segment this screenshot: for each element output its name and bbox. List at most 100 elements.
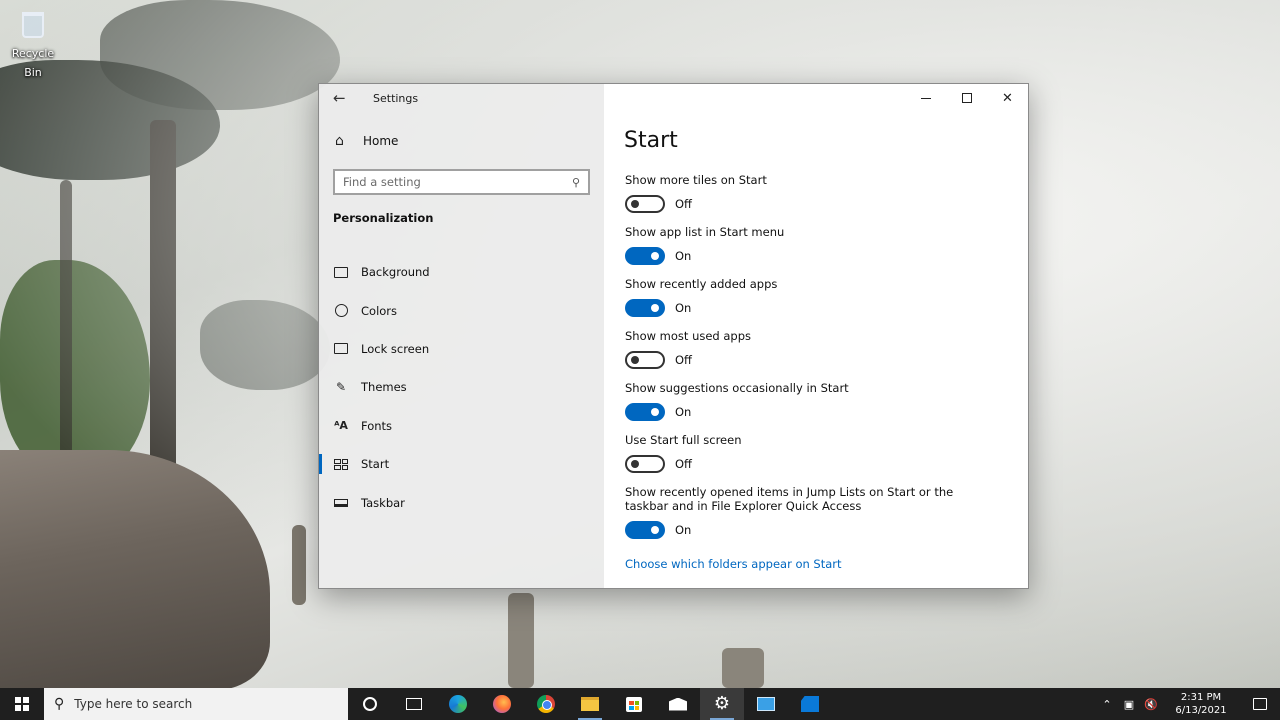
option-app-list: Show app list in Start menu On [625, 225, 995, 277]
home-icon: ⌂ [335, 133, 344, 149]
railing-post [722, 648, 764, 688]
toggle-state: On [675, 523, 692, 537]
sidebar-item-background[interactable]: Background [319, 253, 604, 291]
picture-icon [333, 265, 349, 279]
option-more-tiles: Show more tiles on Start Off [625, 173, 995, 225]
taskbar-remote-desktop[interactable] [744, 688, 788, 720]
toggle-state: On [675, 301, 692, 315]
remote-desktop-icon [757, 697, 775, 711]
show-hidden-icons-chevron-up-icon[interactable]: ⌃ [1096, 688, 1118, 720]
sidebar-item-start[interactable]: Start [319, 445, 604, 483]
brush-icon: ✎ [335, 380, 347, 395]
taskbar-firefox[interactable] [480, 688, 524, 720]
sidebar-item-label: Lock screen [361, 341, 430, 356]
find-setting-search[interactable]: ⚲ [333, 169, 590, 195]
clock-time: 2:31 PM [1180, 692, 1222, 703]
start-tiles-icon [333, 457, 349, 471]
sidebar-item-label: Start [361, 457, 390, 472]
maximize-button[interactable] [946, 84, 987, 112]
option-label: Show recently added apps [625, 277, 778, 291]
toggle-state: On [675, 249, 692, 263]
sidebar-item-label: Fonts [361, 418, 393, 433]
toggle-switch[interactable] [625, 403, 665, 421]
taskbar-visual-studio[interactable] [788, 688, 832, 720]
sidebar-item-fonts[interactable]: ᴬA Fonts [319, 407, 604, 445]
gear-icon: ⚙ [713, 693, 731, 714]
taskbar-store[interactable] [612, 688, 656, 720]
window-title: Settings [373, 91, 419, 105]
option-recently-added: Show recently added apps On [625, 277, 995, 329]
taskbar-task-view[interactable] [392, 688, 436, 720]
toggle-switch[interactable] [625, 299, 665, 317]
taskbar-apps: ⚙ [348, 688, 832, 720]
toggle-state: On [675, 405, 692, 419]
taskbar-search-input[interactable] [74, 697, 325, 711]
settings-window: ← Settings ⌂ Home ⚲ Personalization Back… [318, 83, 1029, 589]
start-options: Show more tiles on Start Off Show app li… [625, 173, 995, 572]
sidebar-item-label: Background [361, 265, 430, 280]
home-label: Home [363, 134, 399, 148]
taskbar-search[interactable]: ⚲ [44, 688, 348, 720]
sidebar-item-colors[interactable]: Colors [319, 291, 604, 329]
taskbar-mail[interactable] [656, 688, 700, 720]
taskbar-cortana[interactable] [348, 688, 392, 720]
search-icon[interactable]: ⚲ [572, 176, 580, 189]
notification-icon [1253, 698, 1267, 710]
task-view-icon [406, 698, 422, 710]
sidebar-item-taskbar[interactable]: Taskbar [319, 483, 604, 521]
palette-icon [333, 304, 349, 318]
option-label: Show app list in Start menu [625, 225, 785, 239]
visual-studio-icon [801, 696, 819, 712]
toggle-switch[interactable] [625, 455, 665, 473]
sidebar-item-label: Taskbar [361, 495, 405, 510]
windows-logo-icon [15, 697, 29, 711]
toggle-switch[interactable] [625, 351, 665, 369]
sidebar: ← Settings ⌂ Home ⚲ Personalization Back… [319, 84, 604, 588]
sidebar-home[interactable]: ⌂ Home [319, 126, 604, 156]
taskbar: ⚲ ⚙ ⌃ ▣ 🔇 2:31 PM 6/13/2021 [0, 688, 1280, 720]
option-most-used: Show most used apps Off [625, 329, 995, 381]
choose-folders-link[interactable]: Choose which folders appear on Start [625, 557, 842, 571]
close-button[interactable]: ✕ [987, 84, 1028, 112]
desktop-icon-recycle-bin[interactable]: Recycle Bin [4, 12, 62, 80]
minimize-icon [920, 97, 931, 99]
taskbar-icon [333, 496, 349, 510]
toggle-switch[interactable] [625, 521, 665, 539]
toggle-switch[interactable] [625, 247, 665, 265]
main-content: ✕ Start Show more tiles on Start Off Sho… [604, 84, 1028, 588]
taskbar-chrome[interactable] [524, 688, 568, 720]
window-controls: ✕ [905, 84, 1028, 112]
back-arrow-icon[interactable]: ← [333, 90, 349, 106]
toggle-state: Off [675, 457, 692, 471]
sidebar-nav: Background Colors Lock screen ✎ Themes ᴬ… [319, 253, 604, 522]
notifications-button[interactable] [1240, 688, 1280, 720]
taskbar-edge[interactable] [436, 688, 480, 720]
network-icon[interactable]: ▣ [1118, 688, 1140, 720]
mail-icon [669, 697, 687, 711]
volume-muted-icon[interactable]: 🔇 [1140, 688, 1162, 720]
title-bar: ← Settings [319, 84, 604, 112]
toggle-switch[interactable] [625, 195, 665, 213]
option-label: Show recently opened items in Jump Lists… [625, 485, 954, 513]
option-jump-lists: Show recently opened items in Jump Lists… [625, 485, 995, 553]
recycle-bin-icon [22, 12, 44, 38]
desktop-icon-label: Recycle Bin [11, 47, 55, 79]
folder-icon [581, 697, 599, 711]
edge-icon [449, 695, 467, 713]
minimize-button[interactable] [905, 84, 946, 112]
start-button[interactable] [0, 688, 44, 720]
toggle-state: Off [675, 197, 692, 211]
search-input[interactable] [343, 175, 572, 189]
option-label: Show more tiles on Start [625, 173, 767, 187]
sidebar-item-themes[interactable]: ✎ Themes [319, 368, 604, 406]
page-title: Start [624, 128, 678, 153]
clock[interactable]: 2:31 PM 6/13/2021 [1168, 691, 1234, 717]
option-label: Show suggestions occasionally in Start [625, 381, 849, 395]
taskbar-settings[interactable]: ⚙ [700, 688, 744, 720]
railing-post [508, 593, 534, 688]
clock-date: 6/13/2021 [1175, 705, 1227, 716]
option-label: Show most used apps [625, 329, 752, 343]
search-icon: ⚲ [54, 696, 65, 712]
taskbar-file-explorer[interactable] [568, 688, 612, 720]
sidebar-item-lock-screen[interactable]: Lock screen [319, 330, 604, 368]
